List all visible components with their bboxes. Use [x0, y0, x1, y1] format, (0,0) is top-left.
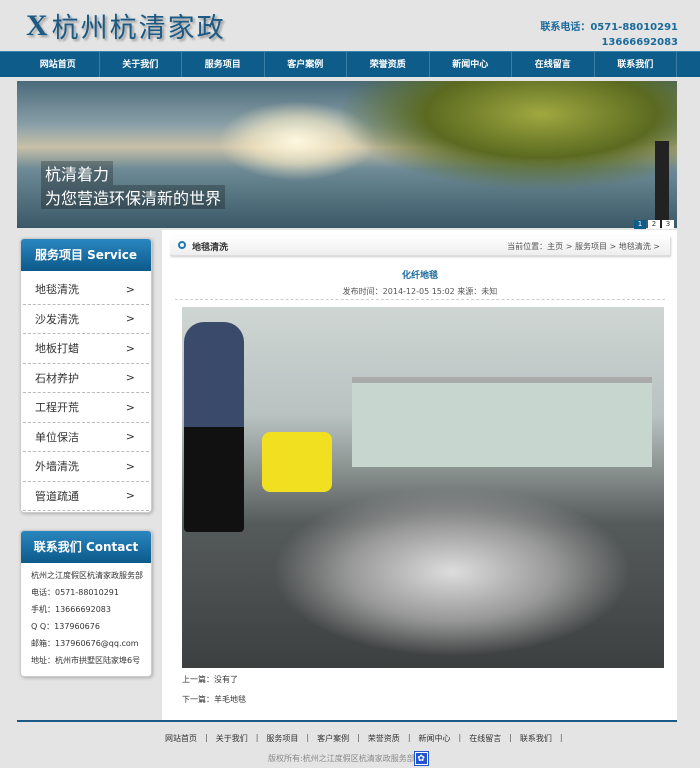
footer-link[interactable]: 新闻中心	[419, 733, 451, 744]
sidebar-item-service[interactable]: 地板打蜡 >	[23, 334, 149, 364]
chevron-right-icon: >	[125, 312, 135, 326]
article-title: 化纤地毯	[401, 271, 438, 281]
chevron-right-icon: >	[125, 489, 135, 503]
contact-mobile: 手机：13666692083	[31, 605, 111, 614]
separator: |	[509, 733, 512, 742]
divider	[175, 299, 665, 300]
services-box: 服务项目 Service 地毯清洗 > 沙发清洗 > 地板打蜡 > 石材养护 > 工程开荒 > 单位…	[20, 238, 152, 513]
article-meta: 发布时间：2014-12-05 15:02 来源：未知	[342, 287, 498, 296]
photo-carpet	[272, 487, 632, 657]
footer-links: 网站首页 | 关于我们 | 服务项目 | 客户案例 | 荣誉资质 | 新闻中心 | 在线留言 | 联系我们 |	[165, 733, 571, 744]
services-title: 服务项目 Service	[21, 239, 151, 271]
banner-page-2[interactable]: 2	[648, 220, 660, 229]
service-label: 地板打蜡	[35, 342, 79, 356]
separator: |	[407, 733, 411, 742]
section-title: 地毯清洗	[192, 243, 229, 253]
banner-line1: 杭清着力	[41, 161, 114, 185]
banner-page-3[interactable]: 3	[662, 220, 674, 229]
nav-honors[interactable]: 荣誉资质	[347, 52, 430, 77]
section-title-bar: 地毯清洗 当前位置：主页 > 服务项目 > 地毯清洗 >	[170, 236, 670, 256]
separator: |	[255, 733, 259, 742]
logo-text: 杭州杭清家政	[51, 13, 226, 44]
contact-email: 邮箱：137960676@qq.com	[31, 639, 139, 648]
nav-home[interactable]: 网站首页	[17, 52, 100, 77]
chevron-right-icon: >	[125, 341, 135, 355]
chevron-right-icon: >	[125, 371, 135, 385]
sidebar-item-service[interactable]: 单位保洁 >	[23, 423, 149, 452]
nav-cases[interactable]: 客户案例	[265, 52, 347, 77]
logo-mark: X	[26, 8, 50, 42]
sidebar-item-service[interactable]: 工程开荒 >	[23, 393, 149, 423]
copyright-text: 版权所有:杭州之江度假区杭清家政服务部	[268, 754, 415, 763]
nav-about[interactable]: 关于我们	[100, 52, 182, 77]
header-phone: 联系电话：0571-88010291 13666692083	[540, 20, 678, 50]
breadcrumb[interactable]: 当前位置：主页 > 服务项目 > 地毯清洗 >	[507, 241, 660, 252]
banner-tree	[337, 81, 677, 191]
contact-address: 地址：杭州市拱墅区陆家埠6号	[31, 656, 141, 665]
banner-page-1[interactable]: 1	[634, 220, 646, 229]
sidebar-item-service[interactable]: 石材养护 >	[23, 364, 149, 393]
footer-link[interactable]: 网站首页	[165, 733, 197, 744]
photo-machine	[262, 432, 332, 492]
footer-link[interactable]: 客户案例	[317, 733, 349, 744]
main-nav: 网站首页 关于我们 服务项目 客户案例 荣誉资质 新闻中心 在线留言 联系我们	[0, 51, 700, 77]
service-label: 工程开荒	[35, 401, 79, 415]
prev-article-link[interactable]: 上一篇：没有了	[182, 674, 238, 685]
sidebar-item-service[interactable]: 沙发清洗 >	[23, 305, 149, 334]
logo[interactable]: X 杭州杭清家政	[26, 6, 226, 45]
footer-link[interactable]: 服务项目	[266, 733, 298, 744]
banner-pager: 1 2 3	[634, 220, 674, 229]
nav-news[interactable]: 新闻中心	[430, 52, 512, 77]
footer-link[interactable]: 在线留言	[469, 733, 501, 744]
photo-worker	[184, 322, 244, 532]
chevron-right-icon: >	[125, 430, 135, 444]
service-label: 单位保洁	[35, 430, 79, 444]
article-photo	[182, 307, 664, 668]
footer-link[interactable]: 关于我们	[216, 733, 248, 744]
next-article-link[interactable]: 下一篇：羊毛地毯	[182, 694, 246, 705]
separator: |	[357, 733, 360, 742]
contact-phone: 电话：0571-88010291	[31, 588, 119, 597]
sidebar-item-service[interactable]: 外墙清洗 >	[23, 452, 149, 482]
contact-box: 联系我们 Contact 杭州之江度假区杭清家政服务部 电话：0571-8801…	[20, 530, 152, 677]
service-label: 石材养护	[35, 371, 79, 385]
nav-message[interactable]: 在线留言	[512, 52, 595, 77]
contact-qq: Q Q：137960676	[31, 622, 100, 631]
phone-label: 联系电话：0571-88010291	[540, 22, 678, 33]
footer-link[interactable]: 荣誉资质	[368, 733, 400, 744]
contact-company: 杭州之江度假区杭清家政服务部	[31, 571, 143, 580]
sidebar-item-service[interactable]: 地毯清洗 >	[23, 275, 149, 305]
nav-services[interactable]: 服务项目	[182, 52, 265, 77]
separator: |	[306, 733, 310, 742]
service-label: 管道疏通	[35, 489, 79, 503]
service-label: 沙发清洗	[35, 312, 79, 326]
copyright: 版权所有:杭州之江度假区杭清家政服务部 ✿	[268, 751, 429, 766]
banner-line2: 为您营造环保清新的世界	[41, 185, 226, 209]
chevron-right-icon: >	[125, 459, 135, 473]
circle-icon	[178, 241, 186, 249]
service-label: 地毯清洗	[35, 283, 79, 297]
chevron-right-icon: >	[125, 400, 135, 414]
banner-trunk	[655, 141, 669, 228]
footer-divider	[17, 720, 677, 722]
contact-title: 联系我们 Contact	[21, 531, 151, 563]
photo-desk	[352, 377, 652, 467]
separator: |	[205, 733, 208, 742]
separator: |	[559, 733, 563, 742]
banner: 杭清着力 为您营造环保清新的世界	[17, 81, 677, 228]
service-label: 外墙清洗	[35, 460, 79, 474]
separator: |	[458, 733, 462, 742]
footer-link[interactable]: 联系我们	[520, 733, 552, 744]
nav-contact[interactable]: 联系我们	[595, 52, 677, 77]
chevron-right-icon: >	[125, 282, 135, 296]
phone-mobile: 13666692083	[601, 37, 678, 48]
baidu-paw-icon[interactable]: ✿	[413, 751, 429, 766]
sidebar-item-service[interactable]: 管道疏通 >	[23, 482, 149, 511]
